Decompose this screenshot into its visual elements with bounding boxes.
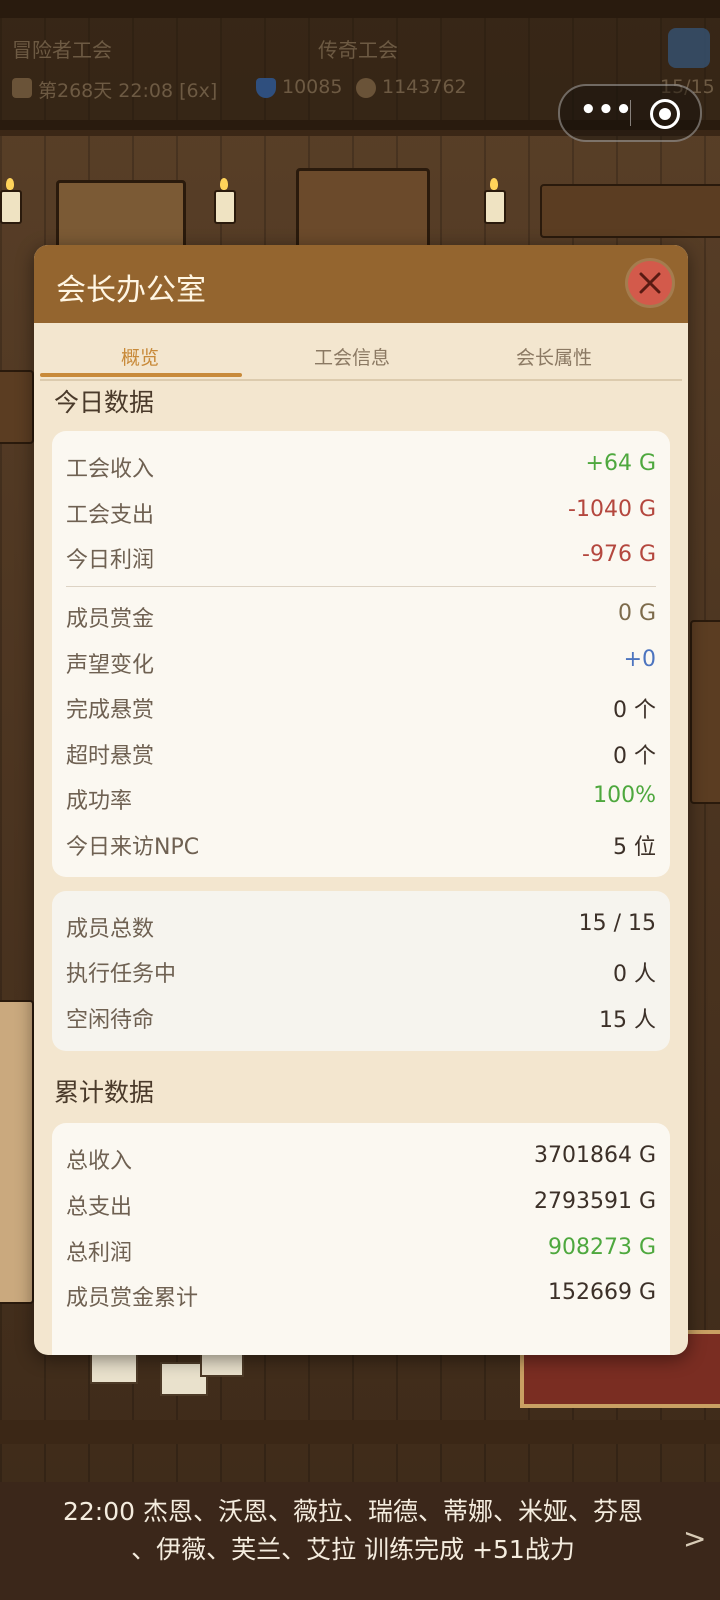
bookshelf: [0, 370, 34, 444]
stat-value: 3701864 G: [533, 1143, 656, 1168]
tab-master-attributes[interactable]: 会长属性: [454, 343, 654, 370]
shelf: [540, 184, 720, 238]
stat-row: 今日来访NPC 5 位: [66, 829, 656, 860]
stat-value: +64 G: [585, 451, 656, 476]
close-miniprogram-icon[interactable]: [650, 99, 680, 129]
stat-row: 工会收入 +64 G: [66, 451, 656, 482]
stat-label: 今日利润: [66, 548, 155, 573]
candle: [484, 178, 506, 224]
stat-row: 总利润 908273 G: [66, 1235, 656, 1266]
stat-row: 今日利润 -976 G: [66, 542, 656, 573]
stat-value: 152669 G: [547, 1280, 656, 1305]
stat-value: 100%: [593, 783, 656, 808]
stat-row: 声望变化 +0: [66, 647, 656, 678]
stat-label: 成员总数: [66, 917, 155, 942]
stat-label: 成员赏金: [66, 607, 155, 632]
stat-label: 工会收入: [66, 457, 155, 482]
tab-overview[interactable]: 概览: [40, 343, 240, 370]
stat-label: 声望变化: [66, 653, 155, 678]
stat-label: 今日来访NPC: [66, 835, 200, 860]
stat-row: 空闲待命 15 人: [66, 1002, 656, 1033]
stat-row: 执行任务中 0 人: [66, 956, 656, 987]
stat-value: +0: [623, 647, 656, 672]
stat-label: 超时悬赏: [66, 744, 155, 769]
stat-row: 成员赏金累计 152669 G: [66, 1280, 656, 1311]
stat-row: 工会支出 -1040 G: [66, 497, 656, 528]
cumulative-data-heading: 累计数据: [54, 1078, 155, 1107]
stat-label: 成员赏金累计: [66, 1286, 199, 1311]
tab-guild-info[interactable]: 工会信息: [252, 343, 452, 370]
money-bag-icon: [356, 78, 376, 98]
stat-row: 成员赏金 0 G: [66, 601, 656, 632]
day-time: 第268天 22:08 [6x]: [38, 80, 218, 102]
ticker-line: 22:00 杰恩、沃恩、薇拉、瑞德、蒂娜、米娅、芬恩: [63, 1497, 643, 1526]
stat-row: 总收入 3701864 G: [66, 1143, 656, 1174]
close-button[interactable]: [628, 261, 672, 305]
shelf: [690, 620, 720, 804]
member-stats-card: 成员总数 15 / 15 执行任务中 0 人 空闲待命 15 人: [52, 891, 670, 1051]
stat-value: 0 人: [613, 962, 656, 987]
hud-menu-button[interactable]: [668, 28, 710, 68]
close-icon: [639, 272, 661, 294]
capsule-divider: [630, 100, 631, 126]
stat-value: 908273 G: [547, 1235, 656, 1260]
stat-label: 完成悬赏: [66, 698, 155, 723]
today-data-heading: 今日数据: [54, 388, 155, 417]
stat-value: 15 / 15: [578, 911, 656, 936]
stat-row: 完成悬赏 0 个: [66, 692, 656, 723]
ticker-line: 、伊薇、芙兰、艾拉 训练完成 +51战力: [131, 1535, 575, 1564]
stat-label: 总支出: [66, 1195, 133, 1220]
chevron-right-icon[interactable]: >: [683, 1522, 706, 1555]
notice-board: [56, 180, 186, 252]
stat-value: 0 个: [613, 744, 656, 769]
character-left: [0, 1000, 34, 1304]
stat-value: -976 G: [582, 542, 656, 567]
stat-label: 总收入: [66, 1149, 133, 1174]
stat-row: 成功率 100%: [66, 783, 656, 814]
stat-row: 成员总数 15 / 15: [66, 911, 656, 942]
stat-row: 超时悬赏 0 个: [66, 738, 656, 769]
candle: [0, 178, 22, 224]
stat-label: 工会支出: [66, 503, 155, 528]
cumulative-data-card: 总收入 3701864 G 总支出 2793591 G 总利润 908273 G…: [52, 1123, 670, 1355]
miniprogram-capsule: •••: [558, 84, 702, 142]
letter: [90, 1350, 138, 1384]
stat-value: 15 人: [599, 1008, 656, 1033]
guild-type: 冒险者工会: [12, 38, 112, 62]
stat-value: 0 G: [617, 601, 656, 626]
stat-label: 总利润: [66, 1241, 133, 1266]
guild-master-office-dialog: 会长办公室 概览 工会信息 会长属性 今日数据 工会收入 +64 G 工会支出 …: [34, 245, 688, 1355]
dialog-title: 会长办公室: [56, 273, 206, 308]
stat-value: 0 个: [613, 698, 656, 723]
divider: [66, 586, 656, 587]
door: [296, 168, 430, 254]
hourglass-icon: [12, 78, 32, 98]
guild-rank: 传奇工会: [318, 38, 398, 62]
more-icon[interactable]: •••: [580, 97, 632, 124]
stat-value: 5 位: [613, 835, 656, 860]
stat-row: 总支出 2793591 G: [66, 1189, 656, 1220]
candle: [214, 178, 236, 224]
stat-label: 执行任务中: [66, 962, 177, 987]
stat-value: -1040 G: [568, 497, 656, 522]
reputation-value: 10085: [282, 76, 343, 98]
today-data-card: 工会收入 +64 G 工会支出 -1040 G 今日利润 -976 G 成员赏金…: [52, 431, 670, 877]
tab-bar: 概览 工会信息 会长属性: [40, 323, 682, 381]
stat-label: 成功率: [66, 789, 133, 814]
stat-value: 2793591 G: [533, 1189, 656, 1214]
active-tab-indicator: [40, 373, 242, 377]
gold-value: 1143762: [382, 76, 467, 98]
dialog-header: 会长办公室: [34, 245, 688, 323]
shield-icon: [256, 78, 276, 98]
event-ticker[interactable]: 22:00 杰恩、沃恩、薇拉、瑞德、蒂娜、米娅、芬恩 、伊薇、芙兰、艾拉 训练完…: [0, 1482, 720, 1600]
stat-label: 空闲待命: [66, 1008, 155, 1033]
